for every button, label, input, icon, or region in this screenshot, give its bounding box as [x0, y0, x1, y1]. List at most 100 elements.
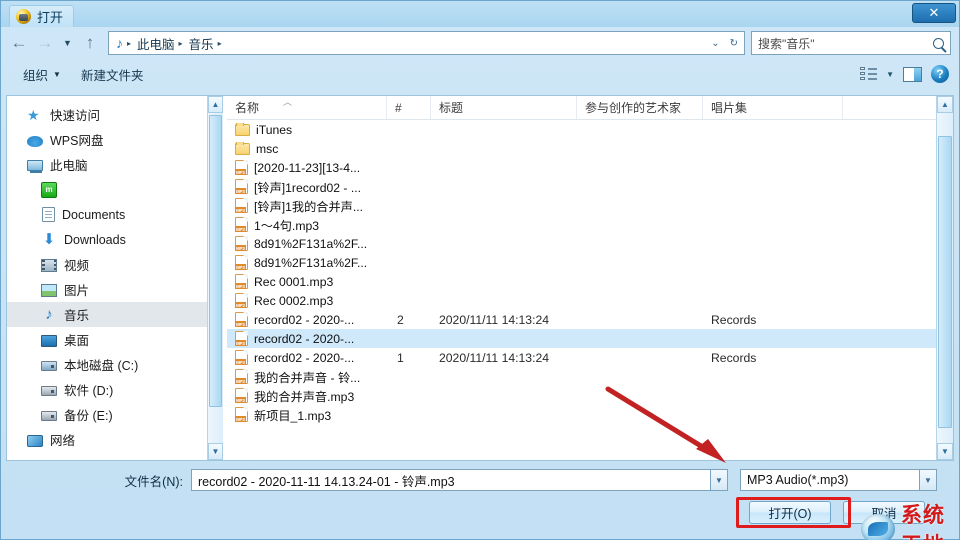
sidebar-item-9[interactable]: 桌面 — [7, 327, 207, 352]
app-icon — [16, 9, 31, 24]
sidebar-item-0[interactable]: ★ 快速访问 — [7, 102, 207, 127]
breadcrumb-root[interactable]: ♪ ▸ — [113, 33, 134, 53]
table-row[interactable]: record02 - 2020-... 2 2020/11/11 14:13:24 R… — [227, 310, 936, 329]
window-title: 打开 — [37, 10, 64, 25]
file-list-scrollbar[interactable]: ▲ ▼ — [936, 96, 953, 460]
column-header-0[interactable]: 名称 ︿ — [227, 96, 387, 119]
cell-title: 2020/11/11 14:13:24 — [439, 312, 550, 327]
column-header-label: 标题 — [439, 101, 464, 115]
filename-input[interactable]: record02 - 2020-11-11 14.13.24-01 - 铃声.m… — [191, 469, 711, 491]
table-row[interactable]: 我的合并声音 - 铃... — [227, 367, 936, 386]
organize-button[interactable]: 组织 ▼ — [15, 62, 69, 87]
sidebar-scroll-thumb[interactable] — [209, 115, 222, 407]
sidebar-item-10[interactable]: 本地磁盘 (C:) — [7, 352, 207, 377]
change-view-icon[interactable] — [860, 67, 878, 81]
file-name-cell: record02 - 2020-... — [227, 350, 387, 365]
mp3-icon — [235, 255, 248, 270]
column-header-2[interactable]: 标题 — [431, 96, 577, 119]
mp3-icon — [235, 312, 248, 327]
table-row[interactable]: 新项目_1.mp3 — [227, 405, 936, 424]
breadcrumb-music[interactable]: 音乐 ▸ — [186, 33, 225, 53]
sidebar-item-13[interactable]: 网络 — [7, 427, 207, 452]
table-row[interactable]: [铃声]1record02 - ... — [227, 177, 936, 196]
scroll-up-button[interactable]: ▲ — [208, 96, 223, 113]
file-name-label: 1～4句.mp3 — [254, 218, 320, 233]
scroll-down-button[interactable]: ▼ — [208, 443, 223, 460]
table-row[interactable]: record02 - 2020-... — [227, 329, 936, 348]
mp3-icon — [235, 274, 248, 289]
open-button[interactable]: 打开(O) — [749, 501, 831, 524]
downloads-icon: ⬇ — [42, 230, 56, 248]
cancel-button[interactable]: 取消 — [843, 501, 925, 524]
view-dropdown-icon[interactable]: ▼ — [886, 70, 894, 79]
sidebar-item-8[interactable]: ♪ 音乐 — [7, 302, 207, 327]
help-icon[interactable]: ? — [931, 65, 949, 83]
sidebar-item-1[interactable]: WPS网盘 — [7, 127, 207, 152]
forward-button: → — [36, 33, 54, 52]
sidebar-item-label: 音乐 — [64, 309, 90, 323]
file-name-cell: msc — [227, 141, 387, 156]
sidebar-item-7[interactable]: 图片 — [7, 277, 207, 302]
sidebar-item-4[interactable]: Documents — [7, 202, 207, 227]
search-input[interactable]: 搜索"音乐" — [751, 31, 951, 55]
file-name-label: 新项目_1.mp3 — [254, 408, 332, 423]
filetype-field-group: MP3 Audio(*.mp3) ▼ — [740, 469, 937, 491]
file-name-label: msc — [256, 141, 279, 156]
column-header-row: 名称 ︿ # 标题 参与创作的艺术家 唱片集 — [227, 96, 936, 120]
column-header-3[interactable]: 参与创作的艺术家 — [577, 96, 703, 119]
button-row: 打开(O) 取消 — [1, 501, 959, 524]
filename-dropdown-button[interactable]: ▼ — [711, 469, 728, 491]
up-button[interactable]: ↑ — [78, 31, 102, 55]
close-button[interactable]: ✕ — [912, 3, 956, 23]
preview-pane-icon[interactable] — [903, 66, 922, 82]
search-placeholder: 搜索"音乐" — [758, 36, 815, 51]
sidebar-item-6[interactable]: 视频 — [7, 252, 207, 277]
mp3-icon — [235, 217, 248, 232]
address-bar[interactable]: ♪ ▸ 此电脑 ▸ 音乐 ▸ ⌄ ↻ — [108, 31, 745, 55]
sidebar-item-label: 此电脑 — [50, 159, 88, 173]
scroll-up-button[interactable]: ▲ — [937, 96, 953, 113]
title-chip: 打开 — [9, 5, 75, 27]
scroll-down-button[interactable]: ▼ — [937, 443, 953, 460]
refresh-icon[interactable]: ↻ — [726, 38, 742, 49]
column-header-1[interactable]: # — [387, 96, 431, 119]
table-row[interactable]: Rec 0001.mp3 — [227, 272, 936, 291]
sidebar-item-11[interactable]: 软件 (D:) — [7, 377, 207, 402]
filetype-select[interactable]: MP3 Audio(*.mp3) — [740, 469, 920, 491]
table-row[interactable]: record02 - 2020-... 1 2020/11/11 14:13:24 R… — [227, 348, 936, 367]
table-row[interactable]: iTunes — [227, 120, 936, 139]
sidebar-item-label: 软件 (D:) — [64, 384, 114, 398]
column-header-4[interactable]: 唱片集 — [703, 96, 843, 119]
sidebar-item-12[interactable]: 备份 (E:) — [7, 402, 207, 427]
table-row[interactable]: Rec 0002.mp3 — [227, 291, 936, 310]
filename-row: 文件名(N): record02 - 2020-11-11 14.13.24-0… — [1, 469, 959, 491]
filetype-dropdown-button[interactable]: ▼ — [920, 469, 937, 491]
table-row[interactable]: msc — [227, 139, 936, 158]
address-dropdown-icon[interactable]: ⌄ — [707, 38, 723, 49]
mp3-icon — [235, 160, 248, 175]
file-list-scroll-thumb[interactable] — [938, 136, 952, 428]
music-note-icon: ♪ — [116, 35, 123, 51]
sidebar-item-3[interactable]: m — [7, 177, 207, 202]
file-name-cell: [铃声]1record02 - ... — [227, 178, 387, 196]
sidebar-item-5[interactable]: ⬇ Downloads — [7, 227, 207, 252]
table-row[interactable]: 8d91%2F131a%2F... — [227, 253, 936, 272]
table-row[interactable]: 8d91%2F131a%2F... — [227, 234, 936, 253]
table-row[interactable]: 1～4句.mp3 — [227, 215, 936, 234]
file-name-cell: Rec 0002.mp3 — [227, 293, 387, 308]
file-name-label: Rec 0002.mp3 — [254, 293, 334, 308]
sidebar-scrollbar[interactable]: ▲ ▼ — [207, 96, 223, 460]
file-name-cell: 我的合并声音 - 铃... — [227, 368, 387, 386]
breadcrumb-this-pc[interactable]: 此电脑 ▸ — [134, 33, 186, 53]
new-folder-button[interactable]: 新建文件夹 — [73, 62, 152, 87]
table-row[interactable]: 我的合并声音.mp3 — [227, 386, 936, 405]
table-row[interactable]: [铃声]1我的合并声... — [227, 196, 936, 215]
file-name-cell: Rec 0001.mp3 — [227, 274, 387, 289]
sidebar-item-label: 本地磁盘 (C:) — [64, 359, 139, 373]
back-button[interactable]: ← — [7, 31, 31, 55]
drive-icon — [41, 411, 57, 421]
recent-locations-button[interactable]: ▼ — [59, 31, 76, 55]
table-row[interactable]: [2020-11-23][13-4... — [227, 158, 936, 177]
new-folder-label: 新建文件夹 — [80, 68, 144, 83]
sidebar-item-2[interactable]: 此电脑 — [7, 152, 207, 177]
